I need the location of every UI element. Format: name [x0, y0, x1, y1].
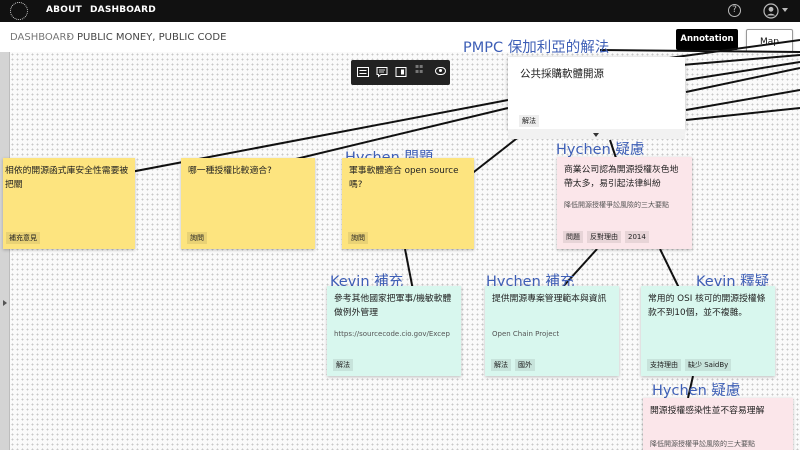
card-title: 哪一種授權比較適合? [188, 166, 272, 176]
nav-about[interactable]: ABOUT [46, 5, 82, 15]
card-osi-licenses[interactable]: 常用的 OSI 核可的開源授權條款不到10個，並不複雜。 支持理由 缺少 Sai… [641, 286, 775, 376]
card-title: 商業公司認為開源授權灰色地帶太多，易引起法律糾紛 [564, 165, 679, 189]
root-card-tag[interactable]: 解法 [519, 115, 539, 127]
card-title: 常用的 OSI 核可的開源授權條款不到10個，並不複雜。 [648, 294, 766, 318]
card-tag[interactable]: 2014 [625, 231, 649, 243]
breadcrumb-current: PUBLIC MONEY, PUBLIC CODE [77, 32, 227, 43]
card-reference-other-countries[interactable]: 參考其他國家把軍事/機敏軟體做例外管理 https://sourcecode.c… [327, 286, 461, 376]
logo-icon[interactable] [10, 2, 28, 20]
side-panel-rail[interactable] [0, 52, 10, 450]
breadcrumb-dashboard[interactable]: DASHBOARD [10, 32, 74, 43]
eye-icon[interactable] [435, 67, 446, 75]
card-subtext: https://sourcecode.cio.gov/Excep [334, 330, 450, 338]
grid-icon[interactable]: ▪▪ ▪▪ [415, 64, 423, 75]
card-military-software[interactable]: 軍事軟體適合 open source 嗎? 詢問 [342, 158, 474, 249]
map-button[interactable]: Map [746, 29, 793, 53]
card-subtext: 降低開源授權爭訟風險的三大要點 [564, 201, 669, 209]
root-annotation: PMPC 保加利亞的解法 [463, 40, 610, 56]
annotation-button[interactable]: Annotation [676, 29, 738, 50]
list-view-icon[interactable] [357, 66, 369, 78]
card-tag[interactable]: 解法 [491, 359, 511, 371]
card-tag[interactable]: 詢問 [348, 232, 368, 244]
card-title: 開源授權感染性並不容易理解 [650, 406, 765, 416]
export-icon[interactable] [395, 66, 407, 78]
user-icon[interactable] [763, 3, 779, 19]
card-title: 軍事軟體適合 open source 嗎? [349, 166, 459, 190]
card-tag[interactable]: 缺少 SaidBy [685, 359, 732, 371]
card-license-infection[interactable]: 開源授權感染性並不容易理解 降低開源授權爭訟風險的三大要點 [643, 398, 793, 450]
card-commercial-concern[interactable]: 商業公司認為開源授權灰色地帶太多，易引起法律糾紛 降低開源授權爭訟風險的三大要點… [557, 157, 692, 249]
nav-dashboard[interactable]: DASHBOARD [90, 5, 156, 15]
card-license-question[interactable]: 哪一種授權比較適合? 詢問 [181, 158, 315, 249]
user-menu-caret-icon[interactable] [782, 8, 788, 12]
card-tag[interactable]: 問題 [563, 231, 583, 243]
card-subtext: 降低開源授權爭訟風險的三大要點 [650, 440, 755, 448]
card-tag[interactable]: 國外 [515, 359, 535, 371]
top-navbar: ABOUT DASHBOARD ? [0, 0, 800, 22]
card-provide-templates[interactable]: 提供開源專案管理範本與資訊 Open Chain Project 解法 國外 [485, 286, 619, 376]
breadcrumb-chevron-icon: › [67, 32, 71, 42]
root-card-title: 公共採購軟體開源 [520, 68, 604, 80]
card-tag[interactable]: 支持理由 [647, 359, 681, 371]
card-title: 相依的開源函式庫安全性需要被把關 [5, 166, 129, 190]
card-tag[interactable]: 解法 [333, 359, 353, 371]
card-annotation: Hychen 疑慮 [556, 142, 645, 158]
card-tag[interactable]: 反對理由 [587, 231, 621, 243]
comment-icon[interactable] [376, 66, 388, 78]
card-subtext: Open Chain Project [492, 330, 560, 338]
card-title: 參考其他國家把軍事/機敏軟體做例外管理 [334, 294, 452, 318]
card-tag[interactable]: 補充意見 [6, 232, 40, 244]
card-tag[interactable]: 詢問 [187, 232, 207, 244]
collapse-arrow-icon[interactable] [593, 133, 599, 137]
help-icon[interactable]: ? [728, 4, 741, 17]
card-annotation: Hychen 疑慮 [652, 383, 741, 399]
root-card[interactable]: 公共採購軟體開源 解法 [508, 57, 685, 129]
expand-arrow-icon[interactable] [3, 300, 7, 306]
card-title: 提供開源專案管理範本與資訊 [492, 294, 607, 304]
card-library-security[interactable]: 相依的開源函式庫安全性需要被把關 補充意見 [3, 158, 135, 249]
